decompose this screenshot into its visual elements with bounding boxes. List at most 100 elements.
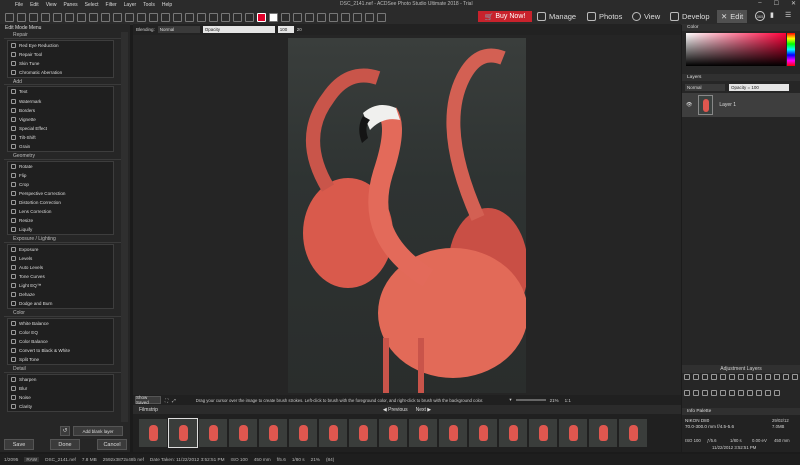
color-picker[interactable]: [686, 33, 786, 66]
text-tool-icon[interactable]: [101, 12, 110, 22]
menu-help[interactable]: Help: [162, 2, 172, 8]
fullscreen-toggle-icon[interactable]: ⤢: [172, 398, 176, 403]
ruler-tool-icon[interactable]: [245, 12, 254, 22]
menu-item[interactable]: Liquify: [8, 225, 113, 234]
select-tool-icon[interactable]: [17, 12, 26, 22]
filmstrip-thumbnail[interactable]: [439, 419, 467, 447]
menu-item[interactable]: Sharpen: [8, 375, 113, 384]
snap-icon[interactable]: [317, 12, 326, 22]
undo-icon[interactable]: [365, 12, 374, 22]
blending-select[interactable]: Normal: [157, 26, 200, 33]
zoom-tool-icon[interactable]: [137, 12, 146, 22]
menu-item[interactable]: White Balance: [8, 319, 113, 328]
layer-opacity[interactable]: Opacity = 100: [729, 84, 789, 91]
menu-layer[interactable]: Layer: [124, 2, 137, 8]
menu-item[interactable]: Clarity: [8, 402, 113, 411]
mode-edit[interactable]: ✕ Edit: [717, 10, 748, 23]
menu-item[interactable]: Levels: [8, 254, 113, 263]
adjustment-layer-icon[interactable]: [747, 389, 753, 396]
minimize-button[interactable]: –: [758, 0, 761, 7]
next-button[interactable]: Next ▶: [416, 407, 432, 413]
menu-tools[interactable]: Tools: [143, 2, 155, 8]
filmstrip-thumbnail[interactable]: [559, 419, 587, 447]
mode-view[interactable]: View: [632, 10, 660, 23]
foreground-color-swatch[interactable]: [257, 12, 266, 22]
compare-icon[interactable]: [341, 12, 350, 22]
menu-item[interactable]: Exposure: [8, 245, 113, 254]
flamingo-photo[interactable]: [288, 38, 526, 393]
opacity-value[interactable]: 100: [277, 26, 294, 33]
menu-item[interactable]: Color EQ: [8, 328, 113, 337]
adjustment-layer-icon[interactable]: [720, 389, 726, 396]
filmstrip-thumbnail[interactable]: [229, 419, 257, 447]
history-icon[interactable]: ↺: [60, 426, 70, 436]
filmstrip-thumbnail[interactable]: [619, 419, 647, 447]
filmstrip-thumbnail[interactable]: [409, 419, 437, 447]
365-badge[interactable]: 365: [755, 11, 765, 21]
shape-tool-icon[interactable]: [113, 12, 122, 22]
filmstrip-thumbnail[interactable]: [289, 419, 317, 447]
layer-row[interactable]: 👁 Layer 1: [682, 93, 800, 117]
background-color-swatch[interactable]: [269, 12, 278, 22]
grid-icon[interactable]: [293, 12, 302, 22]
hand-tool-icon[interactable]: [149, 12, 158, 22]
fit-icon[interactable]: ⛶: [165, 398, 168, 403]
menu-item[interactable]: Chromatic Aberration: [8, 68, 113, 77]
filmstrip-thumbnail[interactable]: [319, 419, 347, 447]
mode-develop[interactable]: Develop: [670, 10, 710, 23]
brush-tool-icon[interactable]: [53, 12, 62, 22]
fill-tool-icon[interactable]: [185, 12, 194, 22]
fullscreen-icon[interactable]: [353, 12, 362, 22]
menu-item[interactable]: Skin Tune: [8, 59, 113, 68]
adjustment-layer-icon[interactable]: [711, 389, 717, 396]
filmstrip-thumbnail[interactable]: [469, 419, 497, 447]
rotate-tool-icon[interactable]: [173, 12, 182, 22]
lasso-tool-icon[interactable]: [29, 12, 38, 22]
filmstrip-thumbnail[interactable]: [199, 419, 227, 447]
visibility-icon[interactable]: 👁: [686, 102, 692, 108]
filmstrip-thumbnail[interactable]: [139, 419, 167, 447]
filmstrip-thumbnail[interactable]: [499, 419, 527, 447]
add-blank-layer-button[interactable]: Add blank layer: [73, 426, 123, 436]
mode-photos[interactable]: Photos: [587, 10, 622, 23]
redo-icon[interactable]: [377, 12, 386, 22]
menu-item[interactable]: Dehaze: [8, 290, 113, 299]
filmstrip-thumbnail[interactable]: [349, 419, 377, 447]
menu-filter[interactable]: Filter: [106, 2, 117, 8]
menu-view[interactable]: View: [46, 2, 57, 8]
menu-item[interactable]: Vignette: [8, 115, 113, 124]
adjustment-layer-icon[interactable]: [711, 374, 717, 380]
pen-tool-icon[interactable]: [233, 12, 242, 22]
histogram-icon[interactable]: [329, 12, 338, 22]
menu-item[interactable]: Convert to Black & White: [8, 346, 113, 355]
filmstrip-thumbnail[interactable]: [259, 419, 287, 447]
adjustment-layer-icon[interactable]: [693, 374, 699, 380]
adjustment-layer-icon[interactable]: [738, 374, 744, 380]
menu-item[interactable]: Tone Curves: [8, 272, 113, 281]
mode-manage[interactable]: Manage: [537, 10, 576, 23]
menu-panes[interactable]: Panes: [63, 2, 77, 8]
move-tool-icon[interactable]: [5, 12, 14, 22]
menu-item[interactable]: Noise: [8, 393, 113, 402]
menu-item[interactable]: Blur: [8, 384, 113, 393]
hue-slider[interactable]: [787, 33, 795, 66]
eraser-tool-icon[interactable]: [65, 12, 74, 22]
group-header[interactable]: Geometry: [4, 153, 126, 160]
save-button[interactable]: Save: [4, 439, 34, 450]
settings-icon[interactable]: [281, 12, 290, 22]
zoom-dropdown-icon[interactable]: ▾: [509, 397, 511, 403]
buy-now-button[interactable]: 🛒 Buy Now!: [478, 11, 532, 22]
maximize-button[interactable]: ☐: [774, 0, 779, 7]
filmstrip-thumbnail[interactable]: [168, 418, 198, 448]
menu-item[interactable]: Light EQ™: [8, 281, 113, 290]
adjustment-layer-icon[interactable]: [693, 389, 699, 396]
filmstrip-thumbnail[interactable]: [589, 419, 617, 447]
previous-button[interactable]: ◀ Previous: [383, 407, 408, 413]
adjustment-layer-icon[interactable]: [702, 389, 708, 396]
smudge-tool-icon[interactable]: [197, 12, 206, 22]
heal-tool-icon[interactable]: [209, 12, 218, 22]
zoom-slider[interactable]: [515, 399, 546, 401]
cancel-button[interactable]: Cancel: [97, 439, 127, 450]
adjustment-layer-icon[interactable]: [720, 374, 726, 380]
menu-icon[interactable]: ☰: [785, 11, 795, 21]
